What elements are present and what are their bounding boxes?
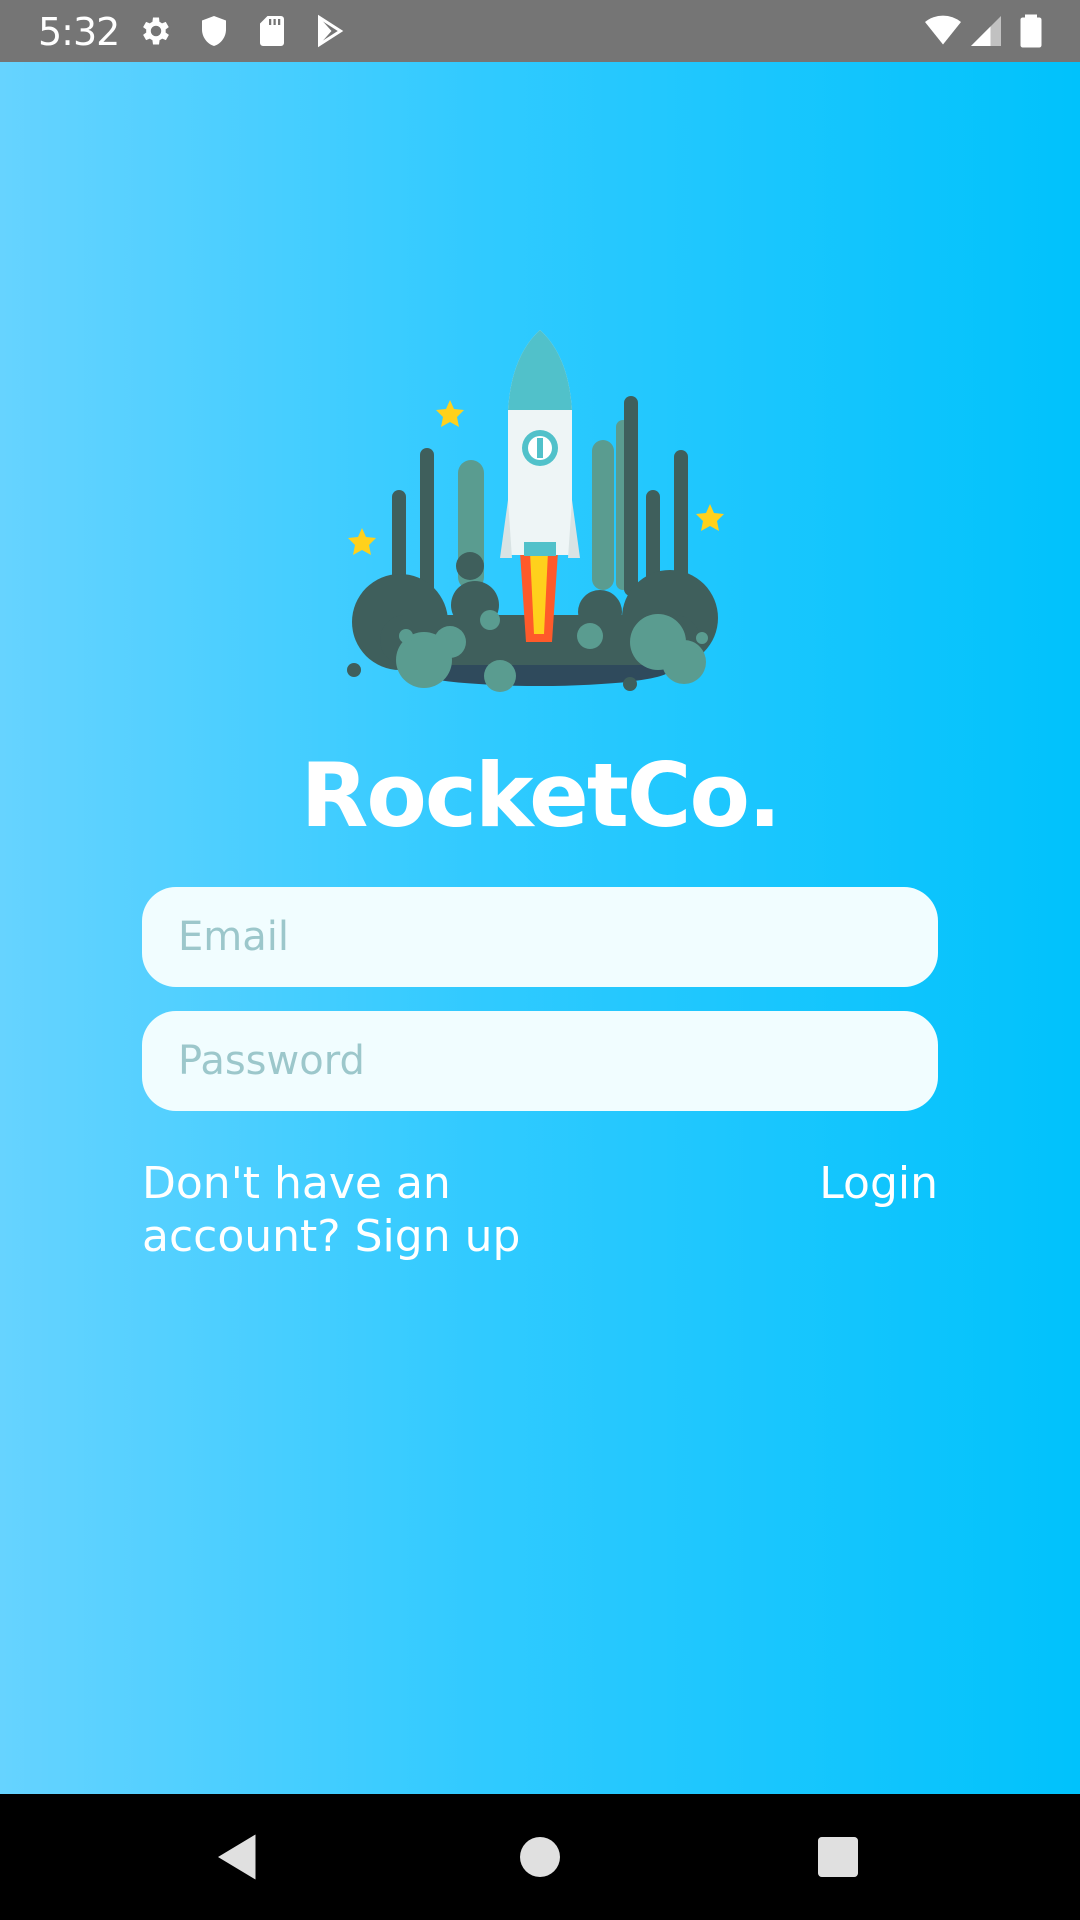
home-icon[interactable] (510, 1827, 570, 1887)
cell-signal-icon (968, 13, 1004, 49)
status-bar: 5:32 (0, 0, 1080, 62)
rocket-logo-illustration (340, 330, 740, 730)
back-icon[interactable] (208, 1827, 268, 1887)
shield-icon (196, 13, 232, 49)
play-store-icon (312, 13, 348, 49)
status-time: 5:32 (38, 10, 120, 54)
brand-title: RocketCo. (300, 744, 782, 847)
gear-icon (138, 13, 174, 49)
email-field[interactable] (142, 887, 938, 987)
sd-card-icon (254, 13, 290, 49)
login-button[interactable]: Login (819, 1157, 938, 1210)
recents-icon[interactable] (808, 1827, 868, 1887)
wifi-icon (922, 13, 964, 49)
battery-icon (1012, 13, 1050, 49)
login-screen: RocketCo. Don't have an account? Sign up… (0, 62, 1080, 1794)
password-field[interactable] (142, 1011, 938, 1111)
signup-link[interactable]: Don't have an account? Sign up (142, 1157, 662, 1263)
phone-screen: 5:32 RocketCo. Email Don't have an accou… (0, 0, 1080, 1920)
navigation-bar (0, 1794, 1080, 1920)
